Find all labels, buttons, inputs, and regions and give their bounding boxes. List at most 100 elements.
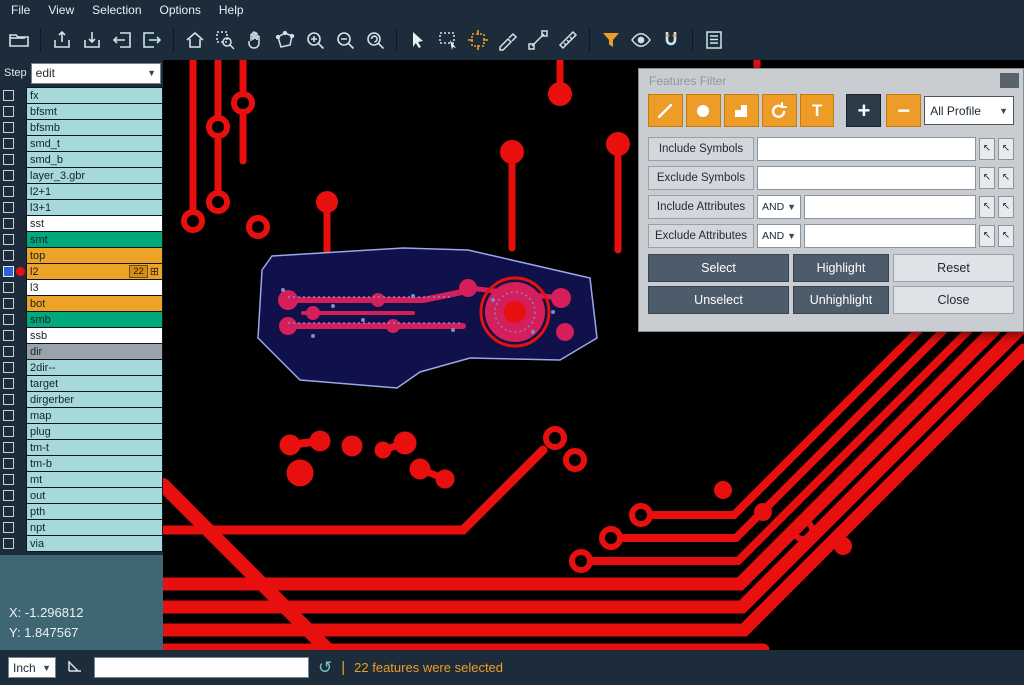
- brush-icon[interactable]: [493, 25, 523, 55]
- layer-cell[interactable]: smt: [26, 231, 163, 248]
- pick-attribute-icon[interactable]: ↖: [979, 225, 995, 247]
- layer-checkbox[interactable]: [3, 170, 14, 181]
- export-box-icon[interactable]: [47, 25, 77, 55]
- layer-checkbox[interactable]: [3, 442, 14, 453]
- menu-file[interactable]: File: [0, 3, 39, 17]
- highlight-button[interactable]: Highlight: [793, 254, 889, 282]
- exclude-attributes-button[interactable]: Exclude Attributes: [648, 224, 754, 248]
- layer-checkbox[interactable]: [3, 522, 14, 533]
- layer-row-target[interactable]: target: [0, 376, 163, 391]
- zoom-out-icon[interactable]: [330, 25, 360, 55]
- layer-checkbox[interactable]: [3, 186, 14, 197]
- dialog-close-button[interactable]: [1000, 73, 1019, 88]
- layer-checkbox[interactable]: [3, 394, 14, 405]
- layer-checkbox[interactable]: [3, 234, 14, 245]
- measure-icon[interactable]: [553, 25, 583, 55]
- include-attributes-field[interactable]: [804, 195, 976, 219]
- reset-button[interactable]: Reset: [893, 254, 1014, 282]
- layer-cell[interactable]: plug: [26, 423, 163, 440]
- layer-cell[interactable]: target: [26, 375, 163, 392]
- layer-checkbox[interactable]: [3, 90, 14, 101]
- layer-row-ssb[interactable]: ssb: [0, 328, 163, 343]
- layer-row-layer_3.gbr[interactable]: layer_3.gbr: [0, 168, 163, 183]
- layer-cell[interactable]: l3: [26, 279, 163, 296]
- layer-cell[interactable]: fx: [26, 87, 163, 104]
- step-dropdown[interactable]: edit ▼: [31, 63, 161, 84]
- line-feature-button[interactable]: [648, 94, 683, 127]
- layer-cell[interactable]: smd_b: [26, 151, 163, 168]
- exclude-attributes-field[interactable]: [804, 224, 976, 248]
- menu-help[interactable]: Help: [210, 3, 253, 17]
- layer-row-l2[interactable]: l222⊞: [0, 264, 163, 279]
- layer-cell[interactable]: smb: [26, 311, 163, 328]
- include-symbols-field[interactable]: [757, 137, 976, 161]
- layer-cell[interactable]: smd_t: [26, 135, 163, 152]
- layer-row-npt[interactable]: npt: [0, 520, 163, 535]
- profile-dropdown[interactable]: All Profile ▼: [924, 96, 1014, 125]
- layer-row-mt[interactable]: mt: [0, 472, 163, 487]
- units-dropdown[interactable]: Inch ▼: [8, 657, 56, 678]
- refresh-icon[interactable]: ↺: [318, 659, 332, 676]
- layer-row-smt[interactable]: smt: [0, 232, 163, 247]
- layer-row-dirgerber[interactable]: dirgerber: [0, 392, 163, 407]
- layer-checkbox[interactable]: [3, 346, 14, 357]
- prev-box-icon[interactable]: [107, 25, 137, 55]
- include-attributes-operator-dropdown[interactable]: AND ▼: [757, 195, 801, 219]
- open-folder-icon[interactable]: [4, 25, 34, 55]
- layer-row-l3+1[interactable]: l3+1: [0, 200, 163, 215]
- unhighlight-button[interactable]: Unhighlight: [793, 286, 889, 314]
- layer-checkbox[interactable]: [3, 154, 14, 165]
- zoom-in-icon[interactable]: [300, 25, 330, 55]
- exclude-attributes-operator-dropdown[interactable]: AND ▼: [757, 224, 801, 248]
- text-feature-button[interactable]: T: [800, 94, 835, 127]
- pick-attribute-icon[interactable]: ↖: [979, 196, 995, 218]
- layer-cell[interactable]: top: [26, 247, 163, 264]
- grid-icon[interactable]: ⊞: [150, 265, 159, 278]
- include-symbols-button[interactable]: Include Symbols: [648, 137, 754, 161]
- arc-feature-button[interactable]: [762, 94, 797, 127]
- layer-cell[interactable]: l222⊞: [26, 263, 163, 280]
- layer-checkbox[interactable]: [3, 250, 14, 261]
- pointer-icon[interactable]: [403, 25, 433, 55]
- layer-checkbox[interactable]: [3, 378, 14, 389]
- layer-row-map[interactable]: map: [0, 408, 163, 423]
- layer-row-bfsmt[interactable]: bfsmt: [0, 104, 163, 119]
- layer-row-plug[interactable]: plug: [0, 424, 163, 439]
- next-box-icon[interactable]: [137, 25, 167, 55]
- layer-cell[interactable]: tm-t: [26, 439, 163, 456]
- import-box-icon[interactable]: [77, 25, 107, 55]
- layer-cell[interactable]: via: [26, 535, 163, 552]
- line-select-icon[interactable]: [523, 25, 553, 55]
- pcb-canvas[interactable]: Features Filter T + − All Profil: [163, 60, 1024, 650]
- layer-cell[interactable]: ssb: [26, 327, 163, 344]
- layer-checkbox[interactable]: [3, 266, 14, 277]
- layer-row-l3[interactable]: l3: [0, 280, 163, 295]
- close-button[interactable]: Close: [893, 286, 1014, 314]
- layer-checkbox[interactable]: [3, 490, 14, 501]
- command-input[interactable]: [94, 657, 309, 678]
- layer-checkbox[interactable]: [3, 538, 14, 549]
- zoom-box-icon[interactable]: [210, 25, 240, 55]
- layer-checkbox[interactable]: [3, 410, 14, 421]
- layer-row-tm-t[interactable]: tm-t: [0, 440, 163, 455]
- layer-cell[interactable]: map: [26, 407, 163, 424]
- magnet-icon[interactable]: [656, 25, 686, 55]
- layer-cell[interactable]: bfsmt: [26, 103, 163, 120]
- notes-icon[interactable]: [699, 25, 729, 55]
- layer-checkbox[interactable]: [3, 122, 14, 133]
- filter-funnel-icon[interactable]: [596, 25, 626, 55]
- layer-cell[interactable]: tm-b: [26, 455, 163, 472]
- layer-row-via[interactable]: via: [0, 536, 163, 551]
- layer-row-bot[interactable]: bot: [0, 296, 163, 311]
- layer-row-pth[interactable]: pth: [0, 504, 163, 519]
- layer-row-fx[interactable]: fx: [0, 88, 163, 103]
- home-icon[interactable]: [180, 25, 210, 55]
- pick-add-symbol-icon[interactable]: ↖: [998, 138, 1014, 160]
- pick-add-attribute-icon[interactable]: ↖: [998, 225, 1014, 247]
- layer-row-top[interactable]: top: [0, 248, 163, 263]
- pick-symbol-icon[interactable]: ↖: [979, 138, 995, 160]
- layer-checkbox[interactable]: [3, 426, 14, 437]
- remove-filter-button[interactable]: −: [886, 94, 921, 127]
- pan-hand-icon[interactable]: [240, 25, 270, 55]
- polygon-select-icon[interactable]: [270, 25, 300, 55]
